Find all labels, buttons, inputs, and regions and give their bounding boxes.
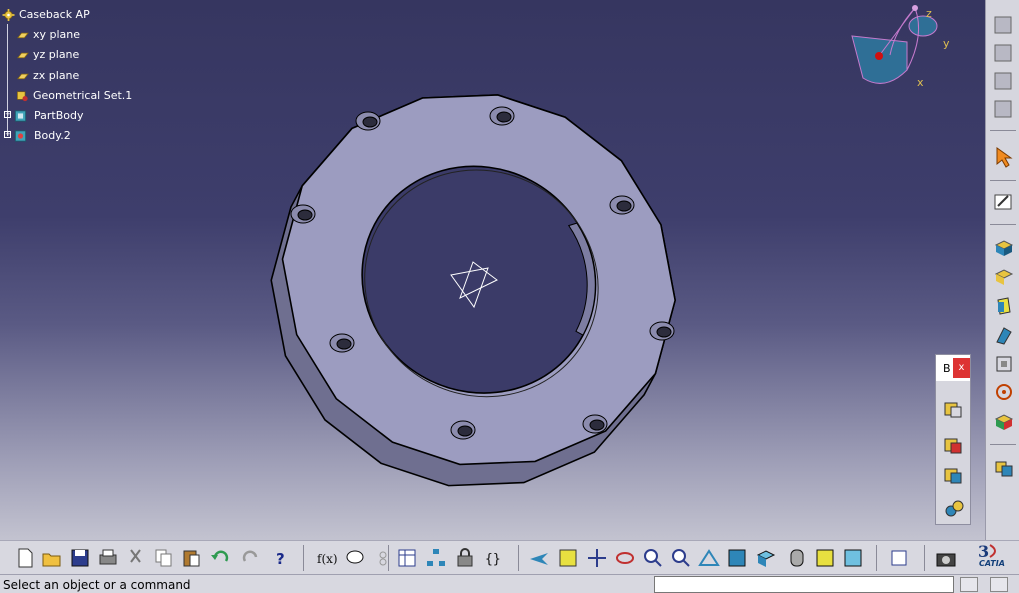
bottom-toolbar: ? f(x) {} [0,540,1019,574]
view-icon[interactable] [992,42,1016,66]
open-icon[interactable] [41,547,63,569]
fly-mode-icon[interactable] [528,547,550,569]
status-message: Select an object or a command [3,578,191,592]
undo-icon[interactable] [209,547,231,569]
assemble-icon[interactable] [942,397,966,421]
pad-icon[interactable] [992,236,1016,260]
save-icon[interactable] [69,547,91,569]
sketcher-icon[interactable] [992,190,1016,214]
normal-view-icon[interactable] [698,547,720,569]
groove-icon[interactable] [992,324,1016,348]
3d-viewport[interactable]: Caseback AP xy plane yz plane zx plane G… [0,0,985,540]
caseback-part-model[interactable] [0,0,985,540]
cut-icon[interactable] [125,547,147,569]
compass-z-label: z [926,7,932,20]
pocket-icon[interactable] [992,265,1016,289]
hierarchy-icon[interactable] [425,547,447,569]
lock-icon[interactable] [454,547,476,569]
brackets-icon[interactable]: {} [483,547,505,569]
pan-icon[interactable] [586,547,608,569]
capture-camera-icon[interactable] [935,547,957,569]
floating-toolbar-header[interactable]: B x [936,355,970,381]
hole-icon[interactable] [992,352,1016,376]
intersect-icon[interactable] [942,463,966,487]
floating-toolbar-booleans: B x [935,354,971,525]
select-arrow-icon[interactable] [992,145,1016,169]
print-icon[interactable] [97,547,119,569]
paste-icon[interactable] [181,547,203,569]
iso-view-icon[interactable] [754,547,776,569]
view-icon[interactable] [992,70,1016,94]
status-bar: Select an object or a command [0,574,1019,593]
status-button[interactable] [990,577,1008,592]
multi-view-icon[interactable] [726,547,748,569]
status-button[interactable] [960,577,978,592]
shaft-icon[interactable] [992,294,1016,318]
view-icon[interactable] [992,14,1016,38]
view-icon[interactable] [992,98,1016,122]
redo-icon[interactable] [240,547,262,569]
new-icon[interactable] [14,547,36,569]
svg-text:?: ? [276,550,285,568]
draft-icon[interactable] [992,410,1016,434]
add-icon[interactable] [942,433,966,457]
compass-x-label: x [917,76,924,89]
catia-logo: 3 CATIA [968,541,1018,573]
shading-icon[interactable] [786,547,808,569]
close-button[interactable]: x [953,358,970,378]
table-icon[interactable] [396,547,418,569]
floating-toolbar-title: B [943,362,951,375]
boolean-icon[interactable] [992,456,1016,480]
ds-logo-icon: 3 [978,542,996,561]
right-toolbar [985,0,1019,540]
catia-logo-text: CATIA [979,559,1005,568]
target-icon[interactable] [992,380,1016,404]
law-icon[interactable] [372,547,394,569]
copy-icon[interactable] [153,547,175,569]
svg-text:{}: {} [485,552,501,567]
svg-text:f(x): f(x) [317,552,338,566]
help-icon[interactable]: ? [270,547,292,569]
catalog-icon[interactable] [888,547,910,569]
compass-icon[interactable]: z y x [845,0,955,92]
command-input[interactable] [654,576,954,593]
remove-lump-icon[interactable] [942,497,966,521]
zoom-out-icon[interactable] [670,547,692,569]
zoom-in-icon[interactable] [642,547,664,569]
fit-all-icon[interactable] [557,547,579,569]
compass-y-label: y [943,37,950,50]
hide-show-icon[interactable] [814,547,836,569]
swap-space-icon[interactable] [842,547,864,569]
rotate-icon[interactable] [614,547,636,569]
comment-icon[interactable] [344,547,366,569]
formula-icon[interactable]: f(x) [316,547,338,569]
